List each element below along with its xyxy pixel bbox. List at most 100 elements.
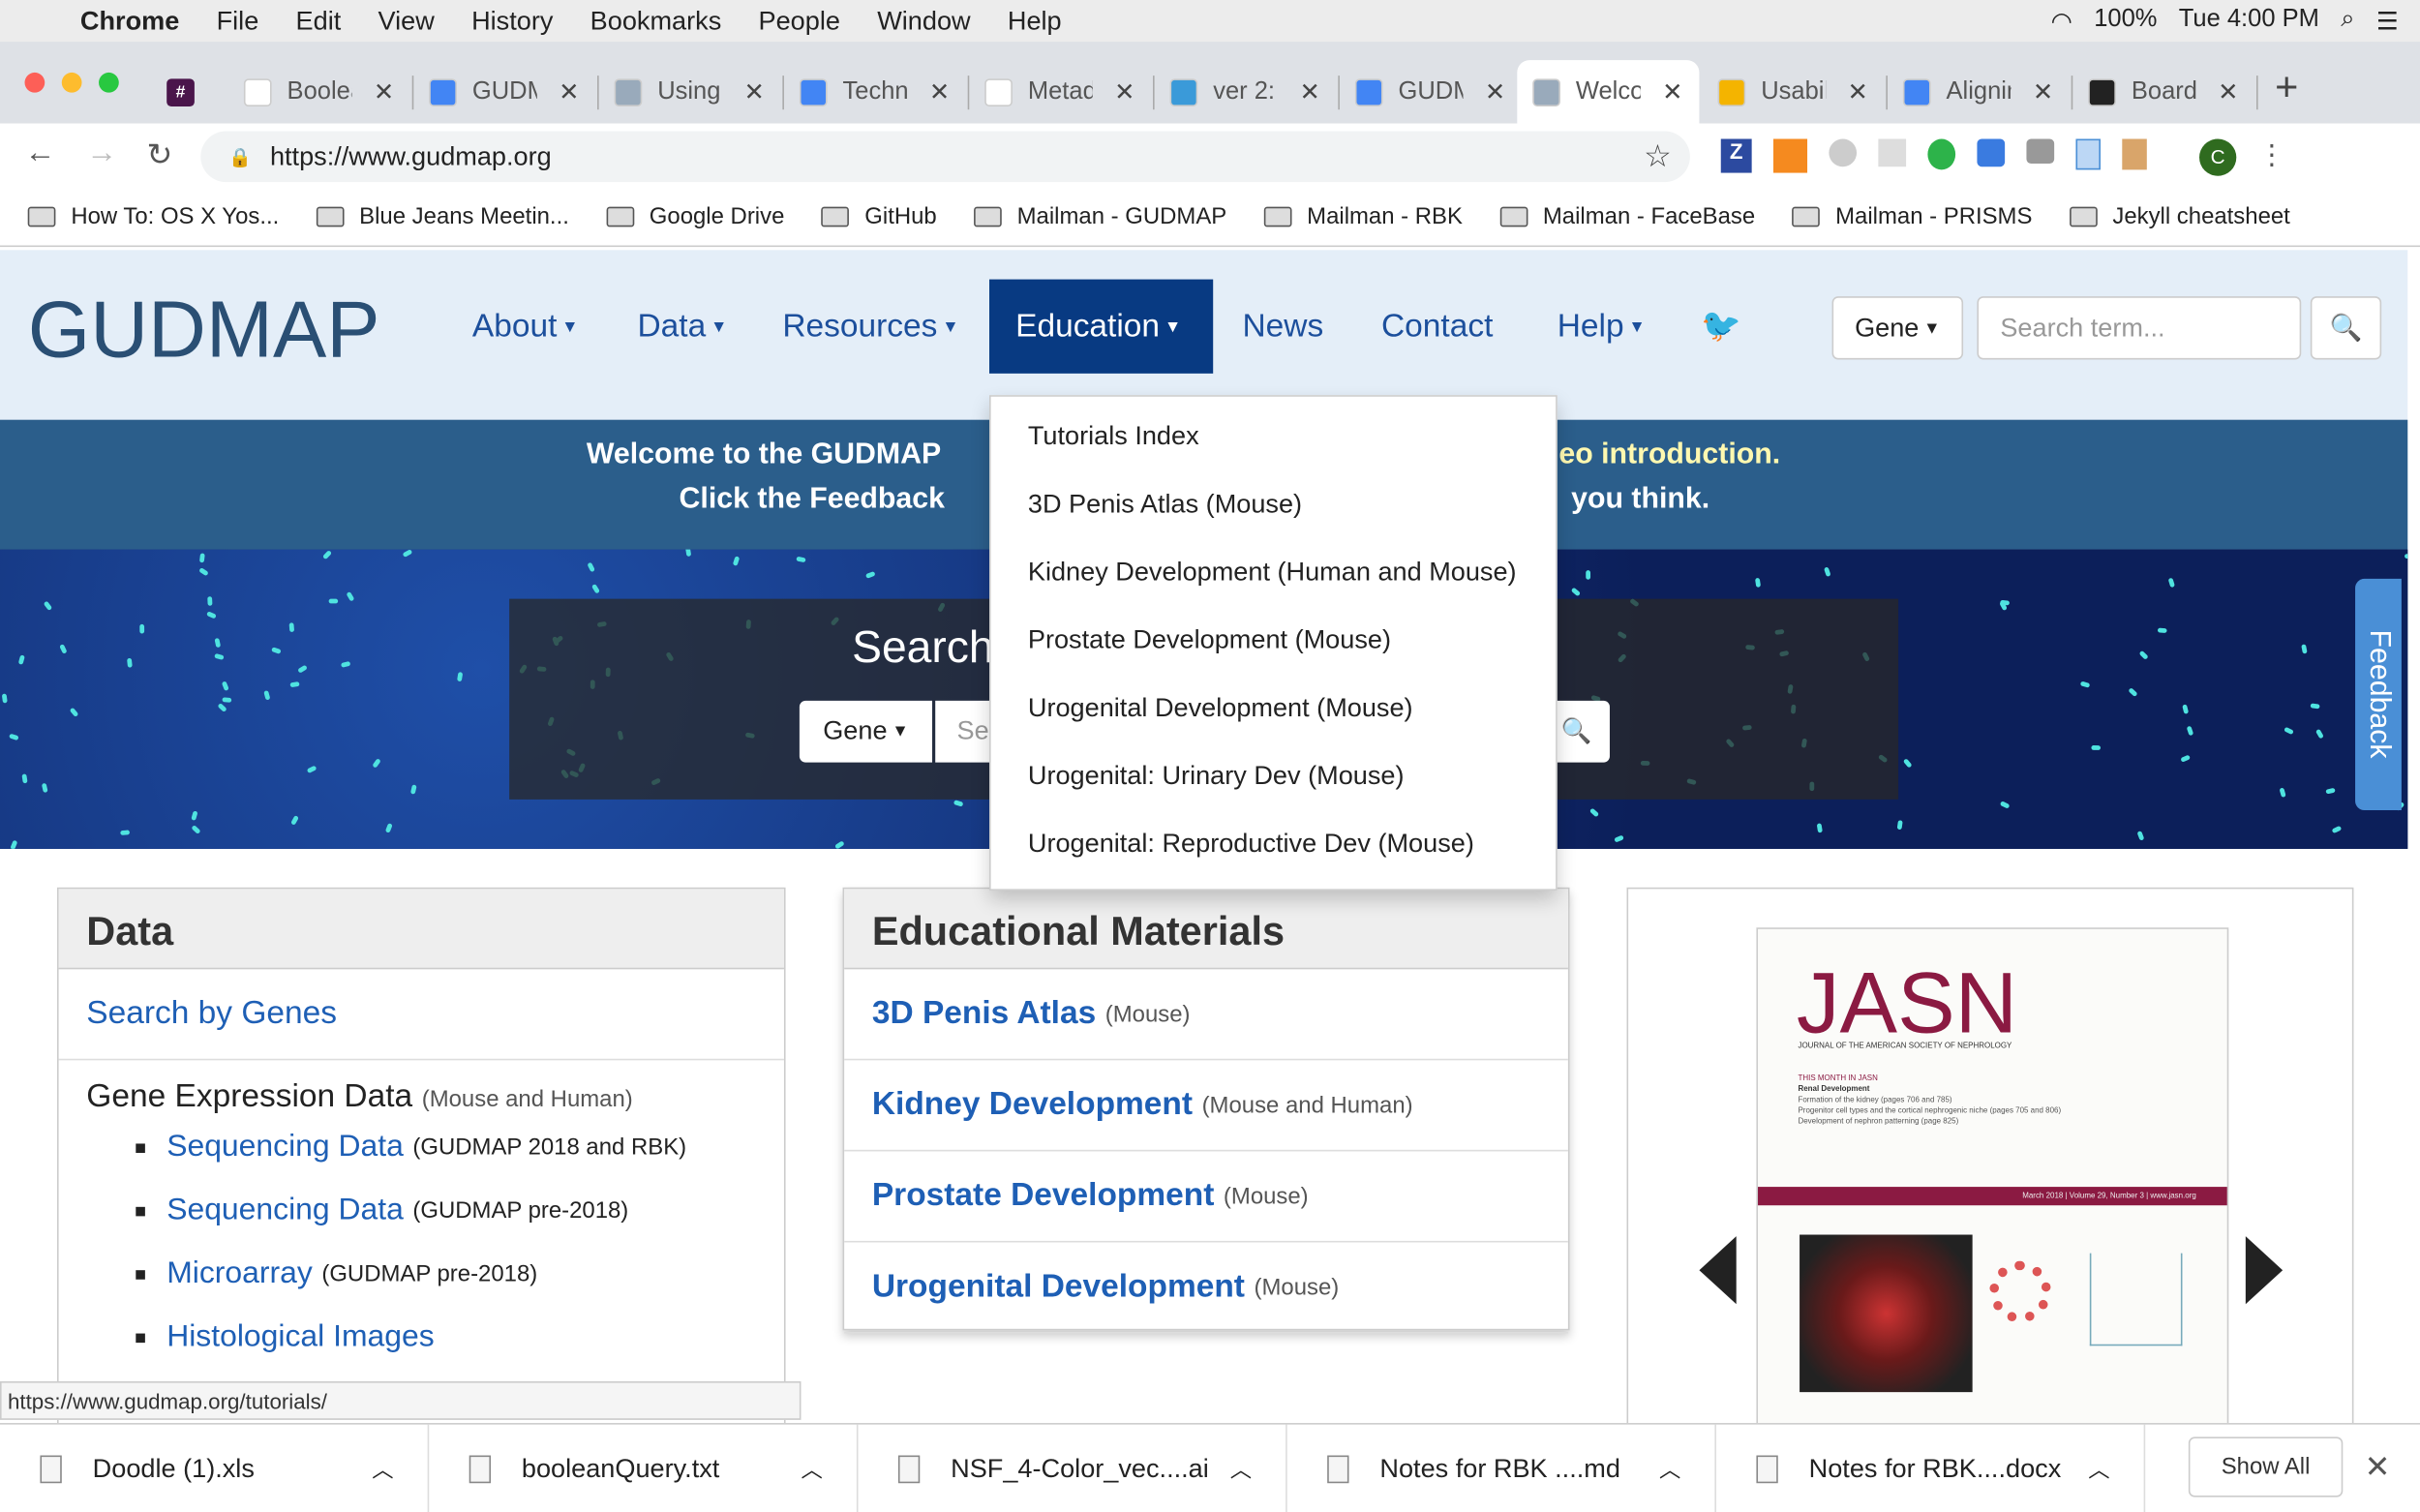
carousel-next-arrow-icon[interactable] [2245, 1236, 2284, 1305]
bookmark-item[interactable]: Jekyll cheatsheet [2069, 203, 2290, 230]
tab-pinned[interactable]: # [151, 60, 226, 123]
menu-file[interactable]: File [217, 6, 259, 37]
bookmark-item[interactable]: Google Drive [606, 203, 784, 230]
hero-search-type-dropdown[interactable]: Gene ▼ [799, 700, 933, 763]
education-menu-item[interactable]: Prostate Development (Mouse) [991, 607, 1557, 675]
data-link[interactable]: Microarray [166, 1256, 313, 1292]
close-tab-icon[interactable]: ✕ [2033, 76, 2053, 107]
back-button[interactable]: ← [25, 136, 56, 171]
video-introduction-link[interactable]: eo introduction. [1558, 438, 1780, 472]
education-menu-item[interactable]: Urogenital: Reproductive Dev (Mouse) [991, 810, 1557, 878]
download-item[interactable]: booleanQuery.txt ︿ [429, 1424, 859, 1512]
chevron-up-icon[interactable]: ︿ [1659, 1454, 1680, 1485]
menu-window[interactable]: Window [877, 6, 970, 37]
search-type-dropdown[interactable]: Gene ▼ [1831, 296, 1964, 360]
tab[interactable]: Using ✕ [599, 60, 781, 123]
close-window-button[interactable] [24, 72, 45, 93]
tab[interactable]: Usability ✕ [1703, 60, 1885, 123]
menu-people[interactable]: People [759, 6, 840, 37]
notification-icon[interactable]: ☰ [2376, 6, 2399, 37]
data-link[interactable]: Sequencing Data [166, 1193, 404, 1228]
close-downloads-bar-icon[interactable]: ✕ [2365, 1448, 2391, 1487]
show-all-downloads-button[interactable]: Show All [2188, 1436, 2344, 1497]
tab[interactable]: Board ✕ [2072, 60, 2254, 123]
close-tab-icon[interactable]: ✕ [1485, 76, 1505, 107]
nav-about[interactable]: About ▼ [446, 280, 605, 374]
education-menu-item[interactable]: Urogenital Development (Mouse) [991, 675, 1557, 742]
close-tab-icon[interactable]: ✕ [1114, 76, 1134, 107]
bookmark-item[interactable]: Mailman - RBK [1263, 203, 1463, 230]
tab[interactable]: ver 2: ✕ [1155, 60, 1337, 123]
bookmark-item[interactable]: How To: OS X Yos... [27, 203, 280, 230]
bookmark-star-icon[interactable]: ☆ [1644, 137, 1672, 176]
profile-avatar[interactable]: C [2199, 138, 2237, 176]
extension-icon[interactable] [2122, 138, 2147, 170]
camera-icon[interactable] [2026, 138, 2055, 165]
edu-link[interactable]: Prostate Development [872, 1178, 1215, 1215]
battery-label[interactable]: 100% [2094, 6, 2157, 37]
nav-help[interactable]: Help ▼ [1531, 280, 1672, 374]
search-by-genes-link[interactable]: Search by Genes [86, 995, 337, 1032]
extension-icon[interactable] [1878, 138, 1907, 167]
extension-icon[interactable] [1977, 138, 2006, 167]
chevron-up-icon[interactable]: ︿ [1230, 1454, 1252, 1485]
tab[interactable]: Welcome ✕ [1517, 60, 1700, 124]
twitter-icon[interactable]: 🐦 [1675, 280, 1768, 374]
nav-education[interactable]: Education ▼ [989, 279, 1214, 374]
nav-news[interactable]: News [1216, 280, 1349, 374]
tab[interactable]: Metadata ✕ [969, 60, 1151, 123]
download-item[interactable]: Doodle (1).xls ︿ [0, 1424, 430, 1512]
download-item[interactable]: NSF_4-Color_vec....ai ︿ [858, 1424, 1287, 1512]
close-tab-icon[interactable]: ✕ [2218, 76, 2238, 107]
spotlight-icon[interactable]: ⌕ [2341, 6, 2354, 37]
close-tab-icon[interactable]: ✕ [1662, 76, 1682, 107]
wifi-icon[interactable]: ◠ [2051, 6, 2072, 37]
extension-icon[interactable] [1829, 138, 1858, 167]
reload-button[interactable]: ↻ [146, 136, 172, 174]
bookmark-item[interactable]: Mailman - PRISMS [1792, 203, 2032, 230]
close-tab-icon[interactable]: ✕ [929, 76, 950, 107]
menu-view[interactable]: View [378, 6, 435, 37]
menu-bookmarks[interactable]: Bookmarks [590, 6, 722, 37]
close-tab-icon[interactable]: ✕ [374, 76, 394, 107]
tab[interactable]: Technical ✕ [784, 60, 966, 123]
forward-button[interactable]: → [86, 136, 117, 171]
tab[interactable]: GUDMAP ✕ [413, 60, 595, 123]
close-tab-icon[interactable]: ✕ [744, 76, 765, 107]
nav-data[interactable]: Data ▼ [611, 280, 753, 374]
data-link[interactable]: Histological Images [166, 1319, 435, 1355]
chevron-up-icon[interactable]: ︿ [801, 1454, 822, 1485]
nav-resources[interactable]: Resources ▼ [756, 280, 984, 374]
education-menu-item[interactable]: Kidney Development (Human and Mouse) [991, 538, 1557, 606]
menu-history[interactable]: History [471, 6, 553, 37]
menu-app[interactable]: Chrome [80, 6, 179, 37]
nav-contact[interactable]: Contact [1355, 280, 1520, 374]
chevron-up-icon[interactable]: ︿ [2088, 1454, 2109, 1485]
carousel-prev-arrow-icon[interactable] [1699, 1236, 1737, 1305]
docs-extension-icon[interactable] [2075, 138, 2101, 170]
search-input[interactable]: Search term... [1977, 296, 2302, 360]
address-bar[interactable]: 🔒 https://www.gudmap.org ☆ [200, 131, 1690, 183]
bookmark-item[interactable]: Mailman - GUDMAP [973, 203, 1226, 230]
download-item[interactable]: Notes for RBK ....md ︿ [1287, 1424, 1716, 1512]
data-link[interactable]: Sequencing Data [166, 1130, 404, 1165]
menu-help[interactable]: Help [1008, 6, 1062, 37]
tab[interactable]: GUDMAP ✕ [1340, 60, 1522, 123]
download-item[interactable]: Notes for RBK....docx ︿ [1716, 1424, 2146, 1512]
jasn-cover-image[interactable]: JASN JOURNAL OF THE AMERICAN SOCIETY OF … [1756, 927, 2229, 1453]
edu-link[interactable]: Urogenital Development [872, 1269, 1245, 1306]
minimize-window-button[interactable] [61, 72, 82, 93]
chrome-menu-icon[interactable]: ⋮ [2258, 138, 2286, 175]
close-tab-icon[interactable]: ✕ [559, 76, 579, 107]
edu-link[interactable]: Kidney Development [872, 1086, 1193, 1123]
tab[interactable]: Boolean ✕ [228, 60, 410, 123]
gudmap-logo[interactable]: GUDMAP [28, 284, 380, 377]
edu-link[interactable]: 3D Penis Atlas [872, 995, 1096, 1032]
education-menu-item[interactable]: Tutorials Index [991, 403, 1557, 470]
clock[interactable]: Tue 4:00 PM [2179, 6, 2319, 37]
zoom-window-button[interactable] [99, 72, 119, 93]
url-text[interactable]: https://www.gudmap.org [270, 141, 552, 172]
education-menu-item[interactable]: Urogenital: Urinary Dev (Mouse) [991, 742, 1557, 810]
chevron-up-icon[interactable]: ︿ [372, 1454, 393, 1485]
evernote-icon[interactable] [1927, 138, 1956, 170]
